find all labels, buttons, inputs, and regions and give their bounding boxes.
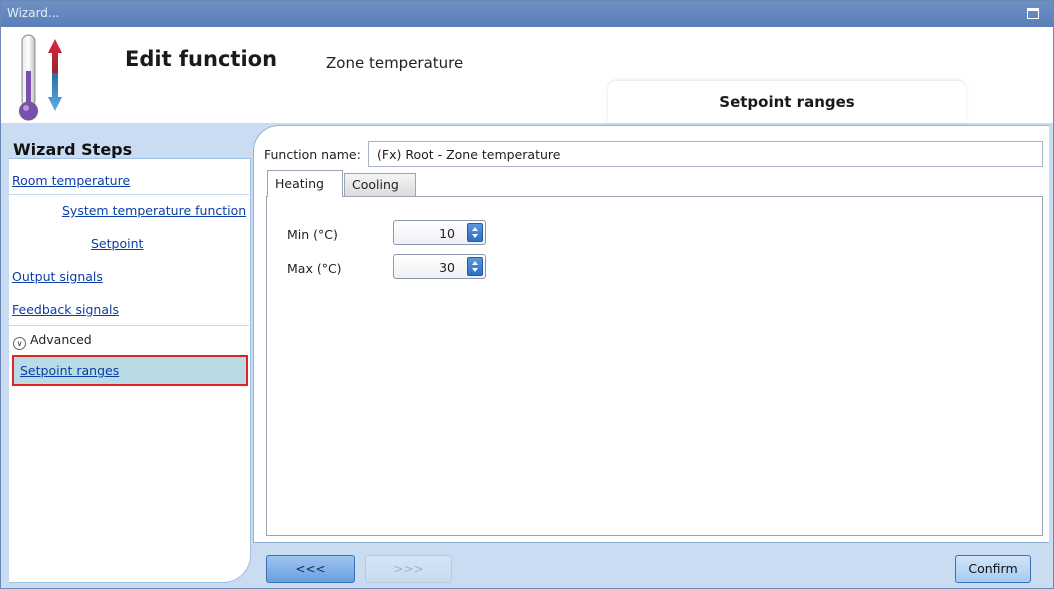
step-output-signals[interactable]: Output signals <box>12 269 103 284</box>
max-label: Max (°C) <box>287 261 342 276</box>
current-step-tab: Setpoint ranges <box>608 81 966 123</box>
wizard-steps-sidebar: Room temperature System temperature func… <box>9 158 251 583</box>
page-title: Edit function <box>125 47 278 71</box>
function-name-input[interactable]: (Fx) Root - Zone temperature <box>368 141 1043 167</box>
title-bar[interactable]: Wizard... <box>1 1 1053 27</box>
tab-content: Min (°C) 10 Max (°C) 30 <box>266 196 1043 536</box>
current-step-label: Setpoint ranges <box>719 93 855 111</box>
spin-arrows-icon[interactable] <box>467 257 483 276</box>
spin-arrows-icon[interactable] <box>467 223 483 242</box>
step-room-temperature[interactable]: Room temperature <box>12 173 130 188</box>
thermometer-icon <box>15 33 95 123</box>
selected-step[interactable]: Setpoint ranges <box>12 355 248 386</box>
min-stepper[interactable]: 10 <box>393 220 486 245</box>
tab-cooling[interactable]: Cooling <box>344 173 416 196</box>
back-button[interactable]: <<< <box>266 555 355 583</box>
divider <box>9 194 249 195</box>
min-value: 10 <box>439 226 455 241</box>
max-stepper[interactable]: 30 <box>393 254 486 279</box>
window-title: Wizard... <box>7 6 60 20</box>
step-setpoint[interactable]: Setpoint <box>91 236 143 251</box>
advanced-toggle[interactable]: ∨ Advanced <box>13 332 92 350</box>
page-subtitle: Zone temperature <box>326 54 464 72</box>
advanced-label: Advanced <box>30 332 92 347</box>
wizard-steps-title: Wizard Steps <box>13 140 133 159</box>
step-setpoint-ranges[interactable]: Setpoint ranges <box>20 363 119 378</box>
wizard-window: Wizard... Edit function Zone temperature… <box>0 0 1054 589</box>
max-value: 30 <box>439 260 455 275</box>
min-label: Min (°C) <box>287 227 338 242</box>
chevron-down-icon: ∨ <box>13 337 26 350</box>
step-system-temperature-function[interactable]: System temperature function <box>62 203 246 218</box>
step-feedback-signals[interactable]: Feedback signals <box>12 302 119 317</box>
tab-heating[interactable]: Heating <box>267 170 343 197</box>
next-button[interactable]: >>> <box>365 555 452 583</box>
confirm-button[interactable]: Confirm <box>955 555 1031 583</box>
divider <box>9 325 249 326</box>
function-name-label: Function name: <box>264 147 361 162</box>
maximize-button[interactable] <box>1027 8 1039 19</box>
